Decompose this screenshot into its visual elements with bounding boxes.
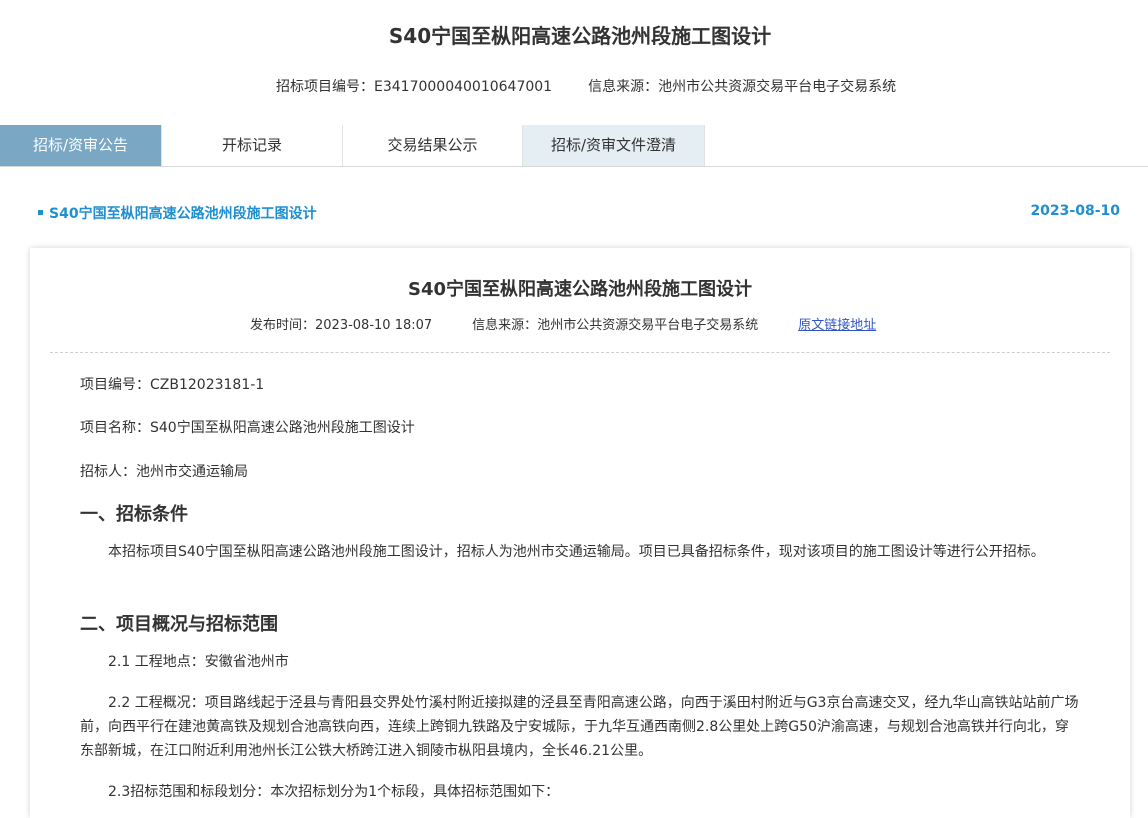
item-2-2: 2.2 工程概况：项目路线起于泾县与青阳县交界处竹溪村附近接拟建的泾县至青阳高速… (80, 695, 1079, 759)
project-code-label: 招标项目编号： (276, 79, 374, 95)
article-card: S40宁国至枞阳高速公路池州段施工图设计 发布时间：2023-08-10 18:… (30, 248, 1130, 818)
project-number: 项目编号：CZB12023181-1 (80, 377, 265, 393)
tab-tender-notice[interactable]: 招标/资审公告 (0, 125, 162, 166)
item-2-1: 2.1 工程地点：安徽省池州市 (108, 654, 289, 670)
section2-title: 二、项目概况与招标范围 (80, 614, 278, 635)
source-label: 信息来源： (588, 79, 659, 95)
tab-bid-opening-record[interactable]: 开标记录 (162, 125, 343, 166)
bullet-icon (38, 209, 43, 215)
tenderer: 招标人：池州市交通运输局 (80, 464, 248, 480)
divider (50, 352, 1110, 353)
publish-time: 2023-08-10 18:07 (315, 318, 433, 333)
project-name: 项目名称：S40宁国至枞阳高速公路池州段施工图设计 (80, 420, 415, 436)
article-source-label: 信息来源： (472, 318, 538, 333)
tab-document-clarification[interactable]: 招标/资审文件澄清 (523, 125, 705, 166)
publish-label: 发布时间： (250, 318, 316, 333)
tab-result-publicity[interactable]: 交易结果公示 (343, 125, 523, 166)
section1-title: 一、招标条件 (80, 504, 188, 525)
project-code: E3417000040010647001 (374, 79, 553, 95)
notice-date: 2023-08-10 (1030, 203, 1120, 219)
tab-bar: 招标/资审公告 开标记录 交易结果公示 招标/资审文件澄清 (0, 125, 1148, 167)
page-meta: 招标项目编号：E3417000040010647001 信息来源：池州市公共资源交… (276, 76, 896, 96)
article-title: S40宁国至枞阳高速公路池州段施工图设计 (407, 279, 752, 300)
section1-text: 本招标项目S40宁国至枞阳高速公路池州段施工图设计，招标人为池州市交通运输局。项… (108, 544, 1045, 560)
article-meta: 发布时间：2023-08-10 18:07 信息来源：池州市公共资源交易平台电子交… (250, 314, 876, 333)
page-title: S40宁国至枞阳高速公路池州段施工图设计 (388, 24, 772, 48)
article-source: 池州市公共资源交易平台电子交易系统 (537, 318, 759, 333)
source-value: 池州市公共资源交易平台电子交易系统 (658, 79, 897, 95)
notice-row: S40宁国至枞阳高速公路池州段施工图设计 2023-08-10 (38, 203, 1120, 223)
notice-title[interactable]: S40宁国至枞阳高速公路池州段施工图设计 (49, 206, 317, 222)
original-link[interactable]: 原文链接地址 (798, 318, 876, 333)
item-2-3: 2.3招标范围和标段划分：本次招标划分为1个标段，具体招标范围如下： (108, 784, 560, 800)
